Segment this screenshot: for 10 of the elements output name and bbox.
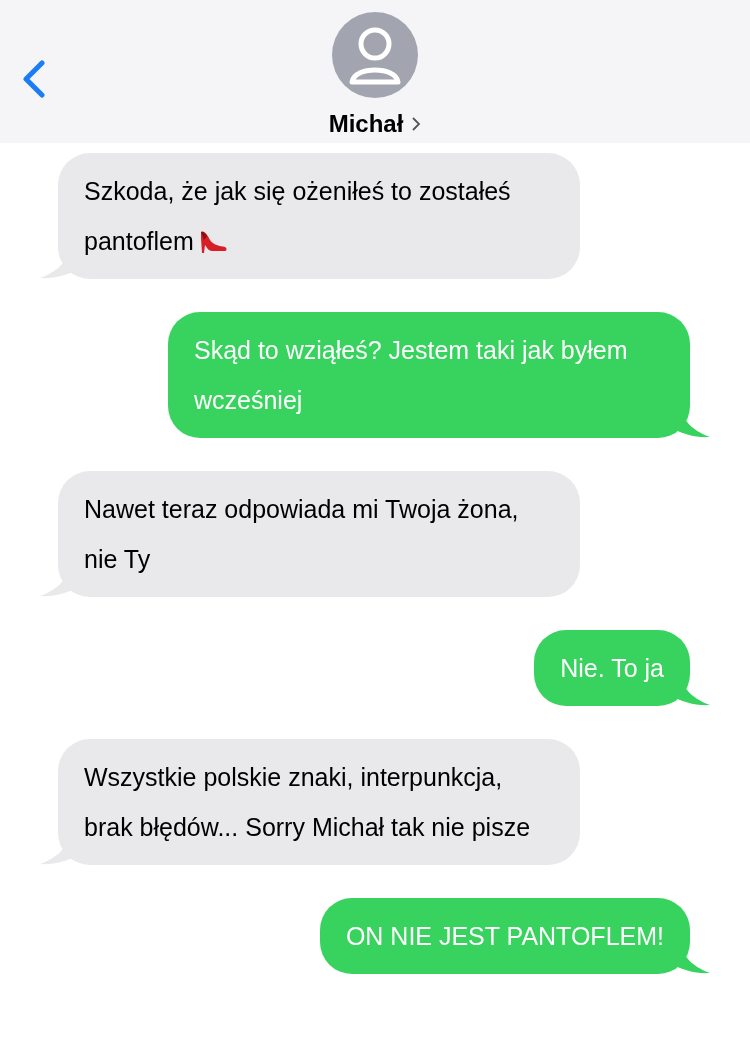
message-text: Szkoda, że jak się ożeniłeś to zostałeś pantoflem <box>84 176 512 257</box>
contact-name[interactable]: Michał <box>328 106 422 142</box>
message-text: Nie. To ja <box>560 653 664 684</box>
message-text: ON NIE JEST PANTOFLEM! <box>345 921 664 952</box>
chevron-right-icon <box>411 116 422 132</box>
message-text: Wszystkie polskie znaki, interpunkcja, brak błędów... Sorry Michał tak nie pisze <box>84 762 532 843</box>
message-text: Skąd to wziąłeś? Jestem taki jak byłem wcześniej <box>194 335 629 416</box>
back-icon[interactable] <box>20 60 46 98</box>
avatar-icon[interactable] <box>332 12 418 98</box>
message-text: Nawet teraz odpowiada mi Twoja żona, nie Ty <box>84 494 520 575</box>
